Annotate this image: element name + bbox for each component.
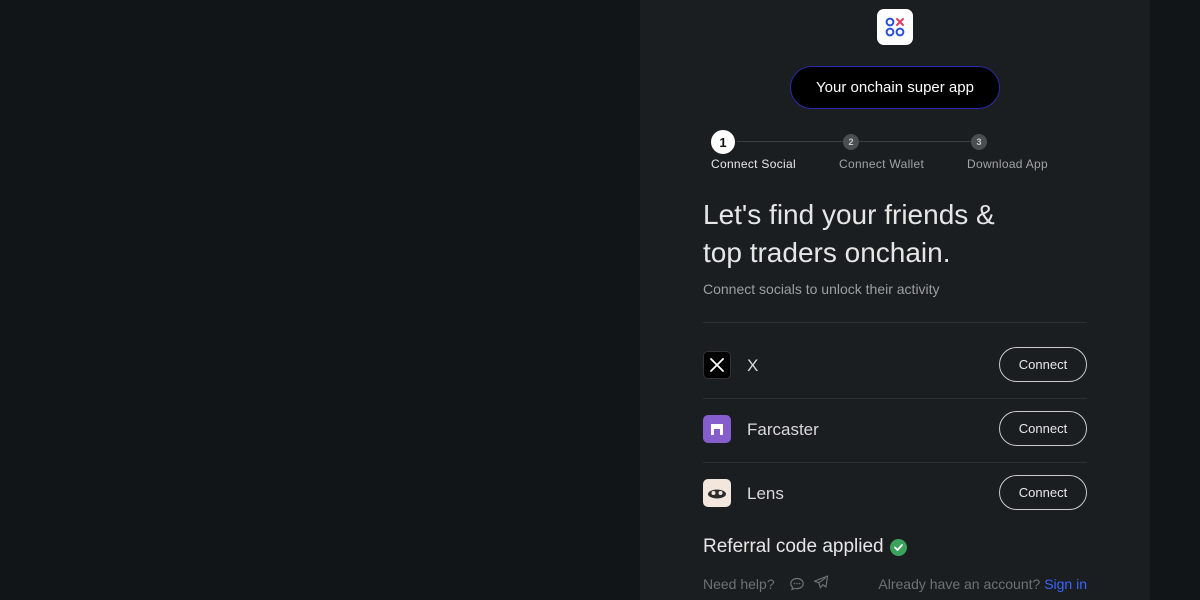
headline-line-1: Let's find your friends &	[703, 199, 995, 230]
already-have-account: Already have an account? Sign in	[878, 576, 1087, 592]
onboarding-panel: Your onchain super app 1 Connect Social …	[640, 0, 1150, 600]
telegram-icon[interactable]	[813, 574, 829, 593]
social-row-farcaster: Farcaster Connect	[703, 411, 1087, 451]
social-name-lens: Lens	[747, 484, 784, 503]
referral-text: Referral code applied	[703, 536, 884, 557]
lens-icon	[703, 479, 731, 507]
step-connect-social: 1 Connect Social	[711, 130, 796, 171]
footer: Need help? Already have an account? Sign…	[703, 574, 1087, 595]
chat-icon[interactable]	[789, 576, 805, 595]
social-row-lens: Lens Connect	[703, 475, 1087, 515]
referral-status: Referral code applied	[703, 536, 907, 558]
divider-top	[703, 322, 1087, 323]
divider-1	[703, 398, 1087, 399]
social-name-x: X	[747, 356, 759, 375]
step-label-connect-wallet: Connect Wallet	[839, 157, 925, 171]
step-download-app: 3 Download App	[967, 130, 1048, 171]
need-help-text: Need help?	[703, 576, 775, 592]
connect-farcaster-button[interactable]: Connect	[999, 411, 1087, 446]
already-text: Already have an account?	[878, 576, 1041, 592]
social-row-x: X Connect	[703, 347, 1087, 387]
sign-in-link[interactable]: Sign in	[1044, 576, 1087, 592]
step-number-1: 1	[711, 130, 735, 154]
connect-lens-button[interactable]: Connect	[999, 475, 1087, 510]
x-icon	[703, 351, 731, 379]
step-label-connect-social: Connect Social	[711, 157, 796, 171]
step-number-3: 3	[971, 134, 987, 150]
farcaster-icon	[703, 415, 731, 443]
left-pane	[0, 0, 640, 600]
step-label-download-app: Download App	[967, 157, 1048, 171]
tagline-pill: Your onchain super app	[790, 66, 1000, 109]
headline-line-2: top traders onchain.	[703, 237, 951, 268]
step-number-2: 2	[843, 134, 859, 150]
app-logo-icon	[877, 9, 913, 45]
page-title: Let's find your friends & top traders on…	[703, 196, 1083, 272]
divider-2	[703, 462, 1087, 463]
check-circle-icon	[889, 538, 907, 556]
connect-x-button[interactable]: Connect	[999, 347, 1087, 382]
step-connect-wallet: 2 Connect Wallet	[839, 130, 924, 171]
tagline-text: Your onchain super app	[816, 79, 974, 96]
right-gutter	[1150, 0, 1200, 600]
social-name-farcaster: Farcaster	[747, 420, 819, 439]
page-subtitle: Connect socials to unlock their activity	[703, 281, 940, 297]
